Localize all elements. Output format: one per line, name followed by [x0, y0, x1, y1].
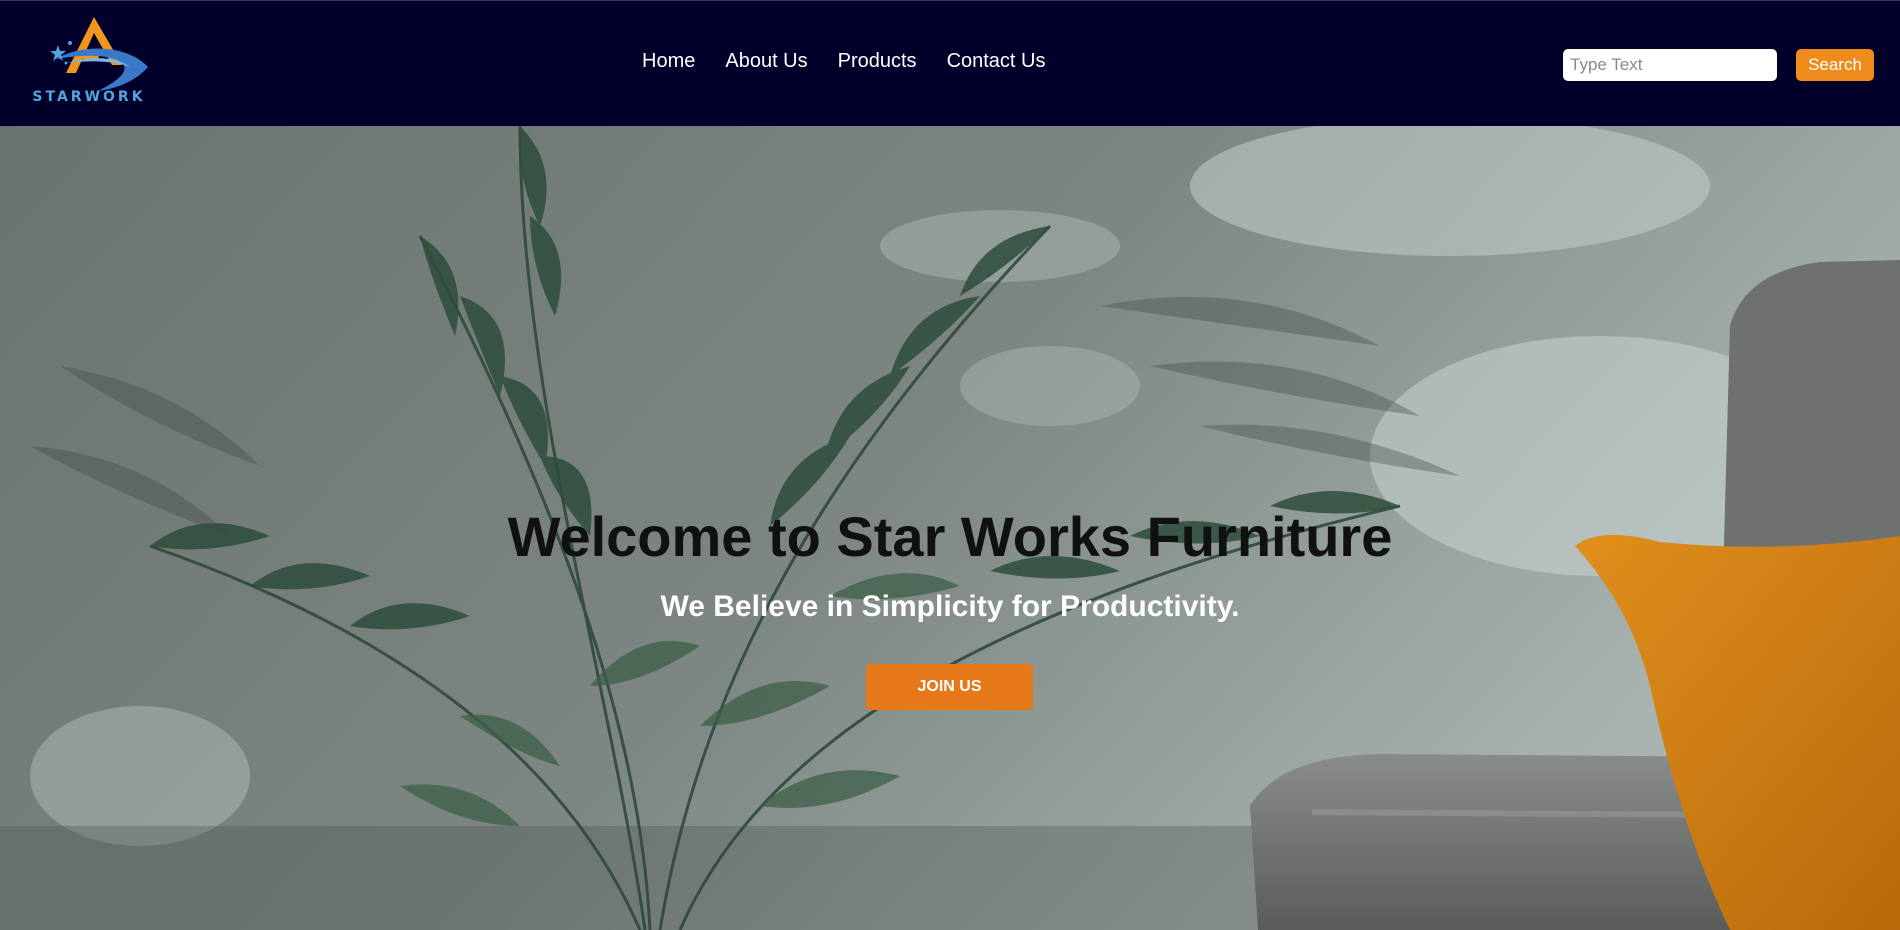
hero-content: Welcome to Star Works Furniture We Belie… — [0, 126, 1900, 930]
logo-text: STARWORK — [32, 89, 146, 105]
nav-about-us-link[interactable]: About Us — [725, 50, 807, 73]
join-us-button[interactable]: JOIN US — [866, 664, 1033, 710]
nav-home-link[interactable]: Home — [642, 50, 695, 73]
search-button[interactable]: Search — [1796, 49, 1874, 81]
search-input[interactable] — [1563, 49, 1777, 81]
main-nav: Home About Us Products Contact Us — [642, 50, 1046, 73]
navbar: STARWORK Home About Us Products Contact … — [0, 0, 1900, 126]
hero-subtitle: We Believe in Simplicity for Productivit… — [660, 590, 1240, 623]
starwork-logo-icon — [50, 17, 148, 91]
logo[interactable]: STARWORK — [24, 15, 154, 111]
nav-products-link[interactable]: Products — [838, 50, 917, 73]
hero-title: Welcome to Star Works Furniture — [507, 505, 1393, 568]
nav-contact-us-link[interactable]: Contact Us — [947, 50, 1046, 73]
hero-section: Welcome to Star Works Furniture We Belie… — [0, 126, 1900, 930]
